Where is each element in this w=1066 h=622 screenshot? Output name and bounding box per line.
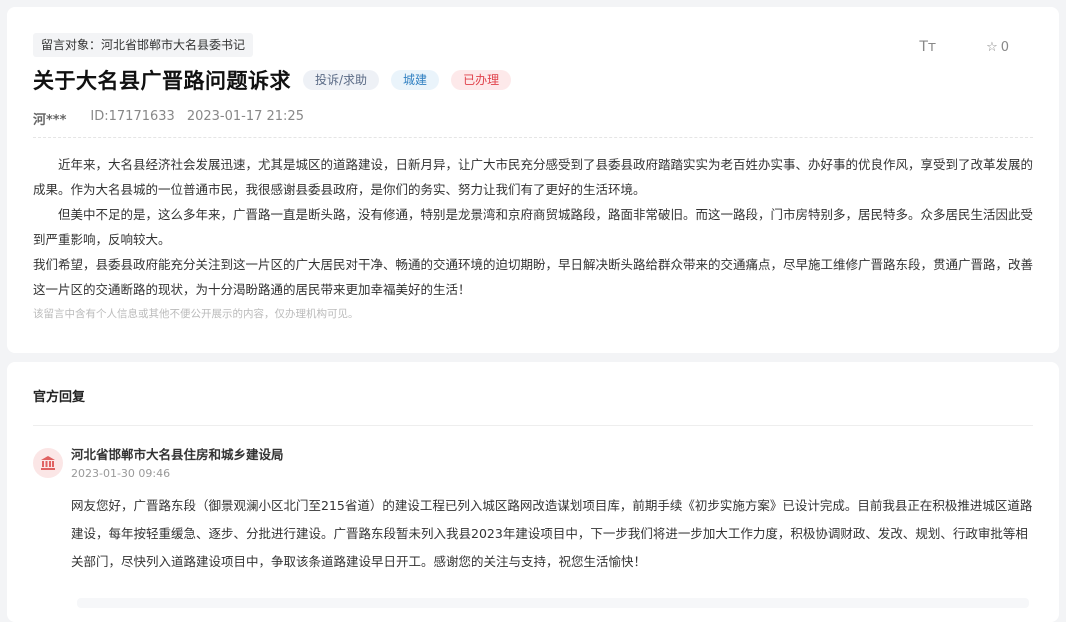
divider [33, 425, 1033, 426]
favorite-button[interactable]: ☆ 0 [986, 40, 1009, 55]
message-content: 近年来，大名县经济社会发展迅速，尤其是城区的道路建设，日新月异，让广大市民充分感… [33, 152, 1033, 302]
message-datetime: 2023-01-17 21:25 [186, 109, 304, 124]
author-name: 河*** [33, 113, 67, 128]
tag-type: 投诉/求助 [303, 70, 380, 90]
page-title: 关于大名县广晋路问题诉求 [33, 69, 291, 93]
title-row: 关于大名县广晋路问题诉求 投诉/求助 城建 已办理 [33, 65, 1033, 95]
reply-card: 官方回复 河北省邯郸市大名县住房和城乡建设局 2023-01-30 09:46 … [7, 362, 1059, 622]
divider [33, 137, 1033, 138]
message-card: 留言对象：河北省邯郸市大名县委书记 Tт ☆ 0 关于大名县广晋路问题诉求 投诉/… [7, 7, 1059, 353]
content-paragraph: 近年来，大名县经济社会发展迅速，尤其是城区的道路建设，日新月异，让广大市民充分感… [33, 157, 1034, 197]
message-meta: 河*** ID:17171633 2023-01-17 21:25 [33, 109, 1033, 128]
font-size-icon[interactable]: Tт [919, 39, 936, 55]
reply-org: 河北省邯郸市大名县住房和城乡建设局 2023-01-30 09:46 [33, 446, 1033, 482]
star-count: 0 [1000, 39, 1009, 55]
message-id: ID:17171633 [90, 109, 175, 124]
government-building-icon [33, 448, 63, 478]
content-paragraph: 但美中不足的是，这么多年来，广晋路一直是断头路，没有修通，特别是龙景湾和京府商贸… [33, 207, 1034, 247]
reply-heading: 官方回复 [33, 390, 86, 405]
message-target-label: 留言对象：河北省邯郸市大名县委书记 [33, 33, 254, 57]
tag-category: 城建 [391, 70, 440, 90]
org-name: 河北省邯郸市大名县住房和城乡建设局 [71, 447, 284, 462]
reply-body: 网友您好，广晋路东段（御景观澜小区北门至215省道）的建设工程已列入城区路网改造… [71, 498, 1033, 569]
reply-time: 2023-01-30 09:46 [71, 467, 171, 480]
toolbar: Tт ☆ 0 [919, 39, 1009, 55]
status-badge: 已办理 [451, 70, 512, 90]
reply-footer-bar [77, 598, 1029, 608]
privacy-note: 该留言中含有个人信息或其他不便公开展示的内容，仅办理机构可见。 [33, 308, 359, 320]
content-paragraph: 我们希望，县委县政府能充分关注到这一片区的广大居民对干净、畅通的交通环境的迫切期… [33, 257, 1034, 297]
star-icon: ☆ [986, 39, 998, 55]
